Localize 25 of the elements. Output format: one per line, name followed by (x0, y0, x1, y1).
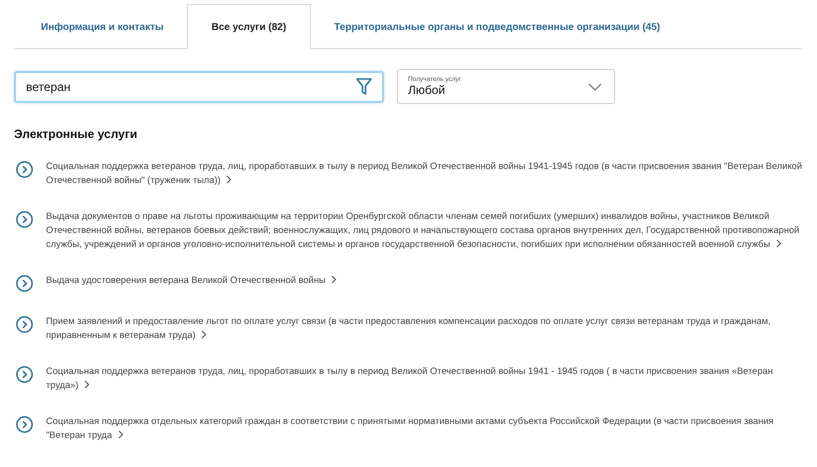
service-link[interactable]: Социальная поддержка отдельных категорий граждан в соответствии с принятыми нормативными актами субъекта Российской Федерации (в части присвоения звания "Ветеран труда (46, 414, 802, 442)
service-link[interactable]: Выдача удостоверения ветерана Великой Отечественной войны (46, 273, 802, 287)
tab[interactable]: Все услуги (82) (186, 4, 312, 49)
service-link[interactable]: Прием заявлений и предоставление льгот по оплате услуг связи (в части предоставления компенсации расходов по оплате услуг связи ветеранам труда и гражданам, приравненным к ветеранам труда) (46, 314, 802, 342)
caret-right-icon (331, 275, 338, 284)
arrow-circle-icon (16, 366, 33, 383)
arrow-circle-icon (16, 316, 33, 333)
arrow-circle-icon (16, 211, 33, 228)
section-title: Электронные услуги (14, 127, 138, 141)
caret-right-icon (201, 330, 208, 339)
service-link[interactable]: Социальная поддержка ветеранов труда, лиц, проработавших в тылу в период Великой Отечественной войны 1941 - 1945 годов ( в части присвоения звания «Ветеран труда») (46, 364, 802, 392)
caret-right-icon (118, 430, 124, 439)
caret-right-icon (226, 175, 232, 184)
search-field[interactable]: ветеран (14, 70, 384, 102)
arrow-circle-icon (16, 161, 33, 178)
arrow-circle-icon (16, 275, 33, 292)
tab[interactable]: Информация и контакты (14, 4, 187, 49)
arrow-circle-icon (16, 416, 33, 433)
tab[interactable]: Территориальные органы и подведомственные организации (45) (311, 4, 684, 49)
service-link[interactable]: Выдача документов о праве на льготы проживающим на территории Оренбургской области членам семей погибших (умерших) инвалидов войны, участников Великой Отечественной войны, ветеранов боевых действий; военнослужащих, лиц рядового и начальствующего состава органов внутренних дел, Государственной противопожарной службы, учреждений и органов уголовно-исполнительной системы и органов государственной безопасности, погибших при исполнении обязанностей военной службы (46, 209, 802, 251)
chevron-down-icon (588, 82, 602, 90)
caret-right-icon (776, 239, 782, 248)
filter-icon[interactable] (356, 78, 372, 96)
service-link[interactable]: Социальная поддержка ветеранов труда, лиц, проработавших в тылу в период Великой Отечественной войны 1941-1945 годов (в части присвоения звания "Ветеран Великой Отечественной войны" (труженик тыла)) (46, 159, 802, 187)
caret-right-icon (84, 380, 90, 389)
